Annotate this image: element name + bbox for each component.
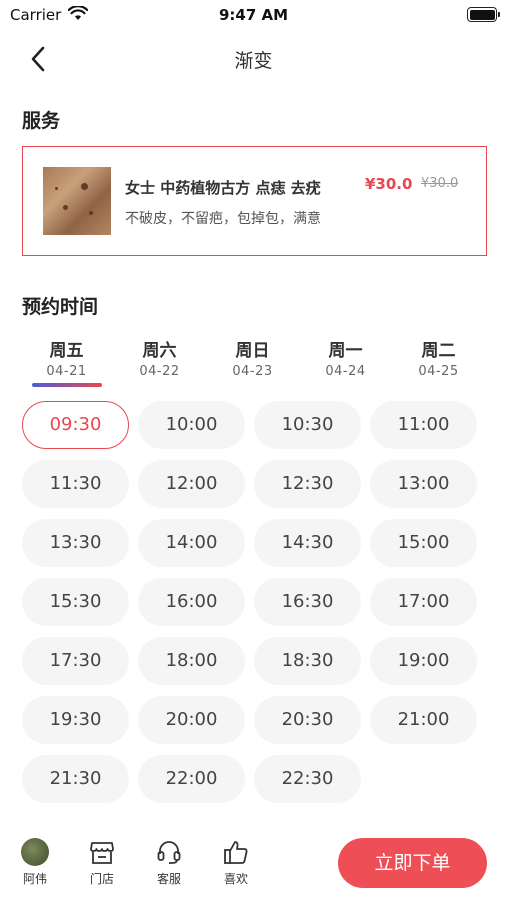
time-slot-1000[interactable]: 10:00 <box>138 401 245 449</box>
time-slot-2230[interactable]: 22:30 <box>254 755 361 803</box>
time-slot-1230[interactable]: 12:30 <box>254 460 361 508</box>
headset-icon <box>157 841 181 864</box>
day-date: 04-23 <box>232 364 273 379</box>
service-original-price: ¥30.0 <box>421 176 459 191</box>
day-tab-3[interactable]: 周一 04-24 <box>299 336 392 379</box>
time-slot-1730[interactable]: 17:30 <box>22 637 129 685</box>
time-slot-1900[interactable]: 19:00 <box>370 637 477 685</box>
time-slot-1130[interactable]: 11:30 <box>22 460 129 508</box>
day-name: 周二 <box>421 341 456 361</box>
time-slot-1500[interactable]: 15:00 <box>370 519 477 567</box>
thumbs-up-icon <box>224 841 248 864</box>
time-slot-1400[interactable]: 14:00 <box>138 519 245 567</box>
service-description: 不破皮，不留疤，包掉包，满意 <box>125 211 321 227</box>
nav-bar: 渐变 <box>0 30 507 86</box>
time-slot-1030[interactable]: 10:30 <box>254 401 361 449</box>
day-tab-1[interactable]: 周六 04-22 <box>113 336 206 379</box>
time-slot-1930[interactable]: 19:30 <box>22 696 129 744</box>
time-slot-2100[interactable]: 21:00 <box>370 696 477 744</box>
tab-label: 客服 <box>156 872 181 886</box>
service-thumbnail <box>43 167 111 235</box>
day-tab-4[interactable]: 周二 04-25 <box>392 336 485 379</box>
time-slot-1600[interactable]: 16:00 <box>138 578 245 626</box>
time-slot-2030[interactable]: 20:30 <box>254 696 361 744</box>
tab-store[interactable]: 门店 <box>77 838 127 887</box>
time-slot-1630[interactable]: 16:30 <box>254 578 361 626</box>
status-bar: Carrier 9:47 AM <box>0 0 507 30</box>
day-name: 周日 <box>235 341 270 361</box>
avatar <box>21 838 49 866</box>
day-date: 04-22 <box>139 364 180 379</box>
day-name: 周六 <box>142 341 177 361</box>
time-slot-1700[interactable]: 17:00 <box>370 578 477 626</box>
time-slot-1330[interactable]: 13:30 <box>22 519 129 567</box>
time-slot-2200[interactable]: 22:00 <box>138 755 245 803</box>
tab-label: 门店 <box>89 872 114 886</box>
day-name: 周一 <box>328 341 363 361</box>
tab-label: 喜欢 <box>223 872 248 886</box>
day-date: 04-24 <box>325 364 366 379</box>
time-slot-1830[interactable]: 18:30 <box>254 637 361 685</box>
service-section-title: 服务 <box>22 110 61 132</box>
tab-support[interactable]: 客服 <box>144 838 194 887</box>
time-slot-2000[interactable]: 20:00 <box>138 696 245 744</box>
time-slot-2130[interactable]: 21:30 <box>22 755 129 803</box>
booking-section-title: 预约时间 <box>22 296 99 318</box>
day-date: 04-25 <box>418 364 459 379</box>
day-date: 04-21 <box>46 364 87 379</box>
day-tab-2[interactable]: 周日 04-23 <box>206 336 299 379</box>
day-tabs: 周五 04-21 周六 04-22 周日 04-23 周一 04-24 周二 0… <box>20 336 487 388</box>
day-tab-0[interactable]: 周五 04-21 <box>20 336 113 379</box>
store-icon <box>90 842 114 864</box>
time-slot-0930[interactable]: 09:30 <box>22 401 129 449</box>
service-price: ¥30.0 <box>365 175 413 193</box>
day-name: 周五 <box>49 341 84 361</box>
status-time: 9:47 AM <box>218 6 289 24</box>
time-slot-1300[interactable]: 13:00 <box>370 460 477 508</box>
selected-day-indicator <box>32 383 102 387</box>
tab-label: 阿伟 <box>22 872 47 886</box>
time-slot-1530[interactable]: 15:30 <box>22 578 129 626</box>
tab-profile[interactable]: 阿伟 <box>10 838 60 887</box>
time-slot-1430[interactable]: 14:30 <box>254 519 361 567</box>
tab-favorite[interactable]: 喜欢 <box>211 838 261 887</box>
page-title: 渐变 <box>234 50 273 72</box>
bottom-bar: 阿伟 门店 客服 喜欢 立即下单 <box>0 820 507 900</box>
time-slot-1200[interactable]: 12:00 <box>138 460 245 508</box>
service-name: 女士 中药植物古方 点痣 去疣 <box>125 179 321 197</box>
order-now-button[interactable]: 立即下单 <box>338 838 487 888</box>
battery-icon <box>467 7 500 22</box>
service-card[interactable]: 女士 中药植物古方 点痣 去疣 ¥30.0 ¥30.0 不破皮，不留疤，包掉包，… <box>22 146 487 256</box>
time-slot-1100[interactable]: 11:00 <box>370 401 477 449</box>
time-slot-1800[interactable]: 18:00 <box>138 637 245 685</box>
